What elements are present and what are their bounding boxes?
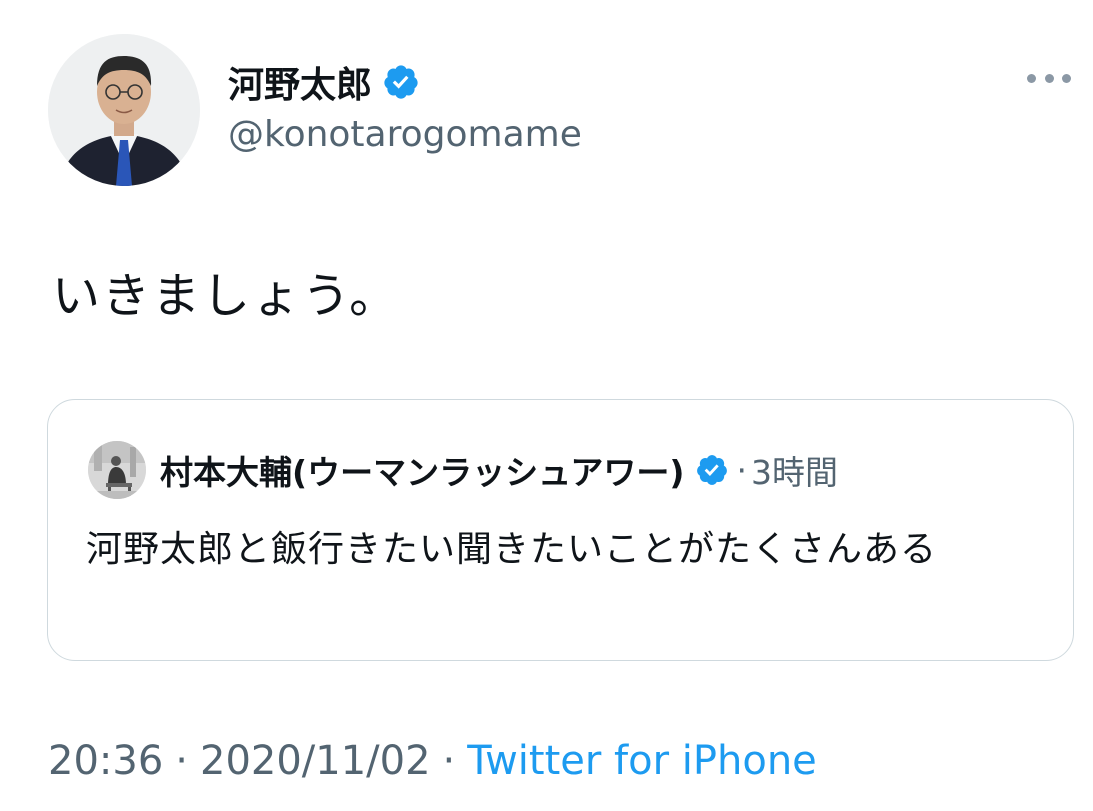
quoted-separator: · [736, 450, 748, 490]
meta-separator: · [442, 738, 456, 784]
portrait-man-suit-icon [48, 34, 200, 186]
quoted-tweet-text: 河野太郎と飯行きたい聞きたいことがたくさんある [86, 529, 938, 570]
meta-separator: · [175, 738, 188, 784]
verified-badge-icon [695, 453, 729, 487]
author-display-name[interactable]: 河野太郎 [228, 56, 420, 108]
sitting-person-photo-icon [88, 441, 146, 499]
verified-badge-icon [382, 63, 420, 101]
author-avatar[interactable] [48, 34, 200, 186]
tweet-detail: 河野太郎 @konotarogomame いきましょう。 村本大輔(ウーマンラッ… [0, 0, 1093, 811]
quoted-author-avatar[interactable] [88, 441, 146, 499]
more-dot [1027, 73, 1036, 83]
author-handle[interactable]: @konotarogomame [228, 114, 582, 155]
quoted-time-ago[interactable]: 3時間 [751, 446, 838, 494]
more-dot [1062, 73, 1071, 83]
more-options-icon[interactable] [1027, 60, 1071, 96]
tweet-time[interactable]: 20:36 [48, 738, 163, 784]
more-dot [1044, 73, 1054, 83]
tweet-date[interactable]: 2020/11/02 [200, 738, 431, 784]
quoted-tweet-header: 村本大輔(ウーマンラッシュアワー) · 3時間 [160, 446, 838, 494]
tweet-source-link[interactable]: Twitter for iPhone [467, 738, 817, 784]
quoted-tweet-card[interactable]: 村本大輔(ウーマンラッシュアワー) · 3時間 河野太郎と飯行きたい聞きたいこと… [47, 399, 1074, 661]
author-name-text: 河野太郎 [228, 65, 373, 106]
tweet-text: いきましょう。 [52, 268, 400, 324]
tweet-meta: 20:36 · 2020/11/02 · Twitter for iPhone [48, 738, 817, 784]
quoted-author-name[interactable]: 村本大輔(ウーマンラッシュアワー) [160, 446, 685, 494]
